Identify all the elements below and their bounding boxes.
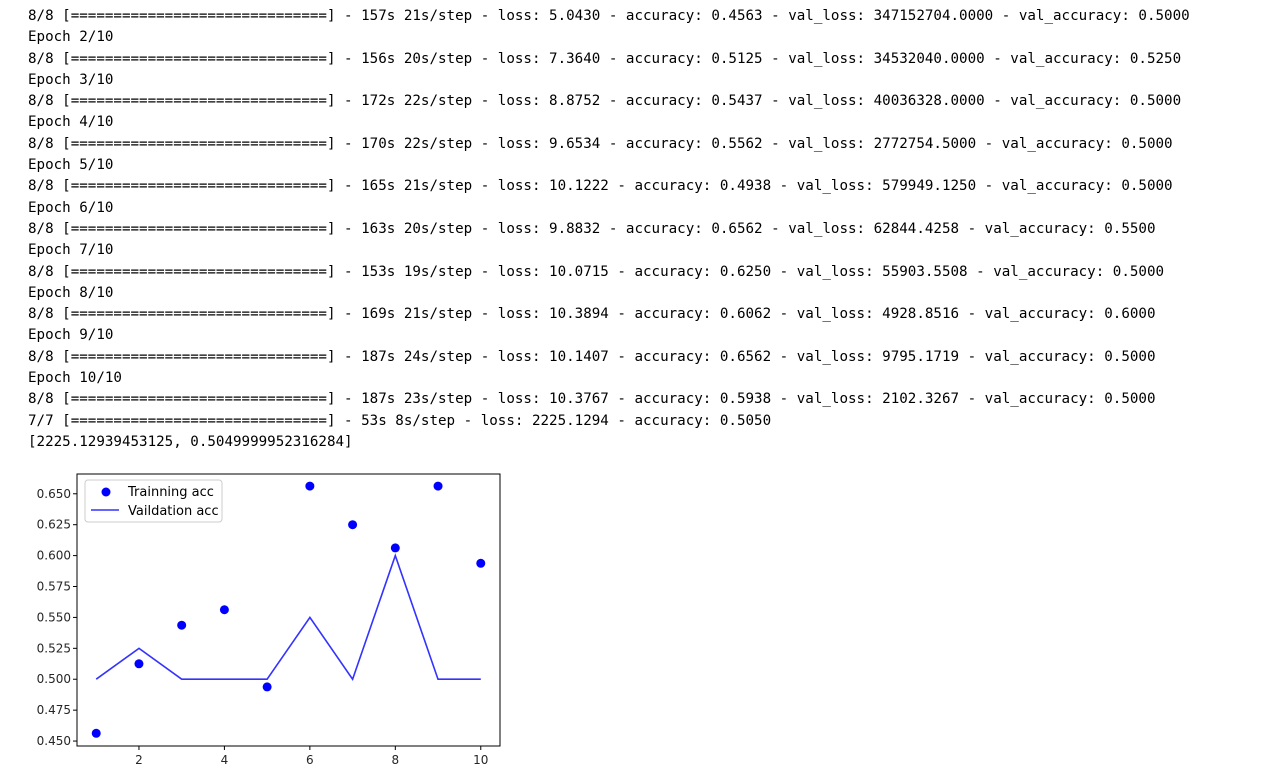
log-line: [2225.12939453125, 0.5049999952316284]	[28, 433, 353, 450]
log-line: Epoch 3/10	[28, 71, 114, 88]
training-acc-point	[134, 659, 144, 669]
log-line: 8/8 [==============================] - 1…	[28, 306, 1156, 323]
log-line: 8/8 [==============================] - 1…	[28, 220, 1156, 237]
y-tick-label: 0.650	[37, 487, 71, 501]
x-tick-label: 4	[221, 753, 229, 767]
log-line: Epoch 2/10	[28, 29, 114, 46]
training-acc-point	[433, 481, 443, 491]
log-line: 8/8 [==============================] - 1…	[28, 178, 1173, 195]
log-line: Epoch 5/10	[28, 157, 114, 174]
accuracy-plot-svg: 0.450 0.475 0.500 0.525 0.550 0.575 0.600 0.625…	[37, 473, 501, 767]
log-line: 8/8 [==============================] - 1…	[28, 93, 1182, 110]
log-line: Epoch 4/10	[28, 114, 114, 131]
log-line: 8/8 [==============================] - 1…	[28, 135, 1173, 152]
x-tick-label: 8	[391, 753, 399, 767]
log-line: Epoch 7/10	[28, 242, 114, 259]
x-tick-label: 2	[135, 753, 143, 767]
log-line: Epoch 8/10	[28, 284, 114, 301]
log-line: 8/8 [==============================] - 1…	[28, 391, 1156, 408]
training-acc-point	[348, 520, 358, 530]
training-log-output: 8/8 [==============================] - 1…	[28, 6, 1263, 453]
log-line: 8/8 [==============================] - 1…	[28, 263, 1165, 280]
legend-training-marker	[101, 487, 111, 497]
y-tick-label: 0.525	[37, 641, 71, 655]
x-tick-label: 10	[473, 753, 488, 767]
y-tick-label: 0.450	[37, 734, 71, 748]
y-tick-label: 0.600	[37, 549, 71, 563]
training-acc-point	[476, 558, 486, 568]
log-line: 7/7 [==============================] - 5…	[28, 412, 772, 429]
log-line: Epoch 9/10	[28, 327, 114, 344]
log-line: 8/8 [==============================] - 1…	[28, 50, 1182, 67]
y-tick-label: 0.475	[37, 703, 71, 717]
training-acc-point	[390, 543, 400, 553]
training-acc-point	[177, 620, 187, 630]
x-tick-label: 6	[306, 753, 314, 767]
y-tick-label: 0.550	[37, 610, 71, 624]
log-line: 8/8 [==============================] - 1…	[28, 8, 1190, 24]
log-line: Epoch 6/10	[28, 199, 114, 216]
training-acc-point	[262, 682, 272, 692]
y-tick-label: 0.500	[37, 672, 71, 686]
training-acc-point	[305, 481, 315, 491]
log-line: 8/8 [==============================] - 1…	[28, 348, 1156, 365]
training-acc-point	[219, 605, 229, 615]
training-acc-point	[91, 728, 101, 738]
accuracy-plot: 0.450 0.475 0.500 0.525 0.550 0.575 0.600 0.625…	[0, 460, 520, 777]
legend-training-label: Trainning acc	[127, 485, 214, 500]
y-tick-label: 0.575	[37, 580, 71, 594]
y-tick-label: 0.625	[37, 518, 71, 532]
legend-validation-label: Vaildation acc	[128, 504, 219, 519]
log-line: Epoch 10/10	[28, 370, 122, 387]
